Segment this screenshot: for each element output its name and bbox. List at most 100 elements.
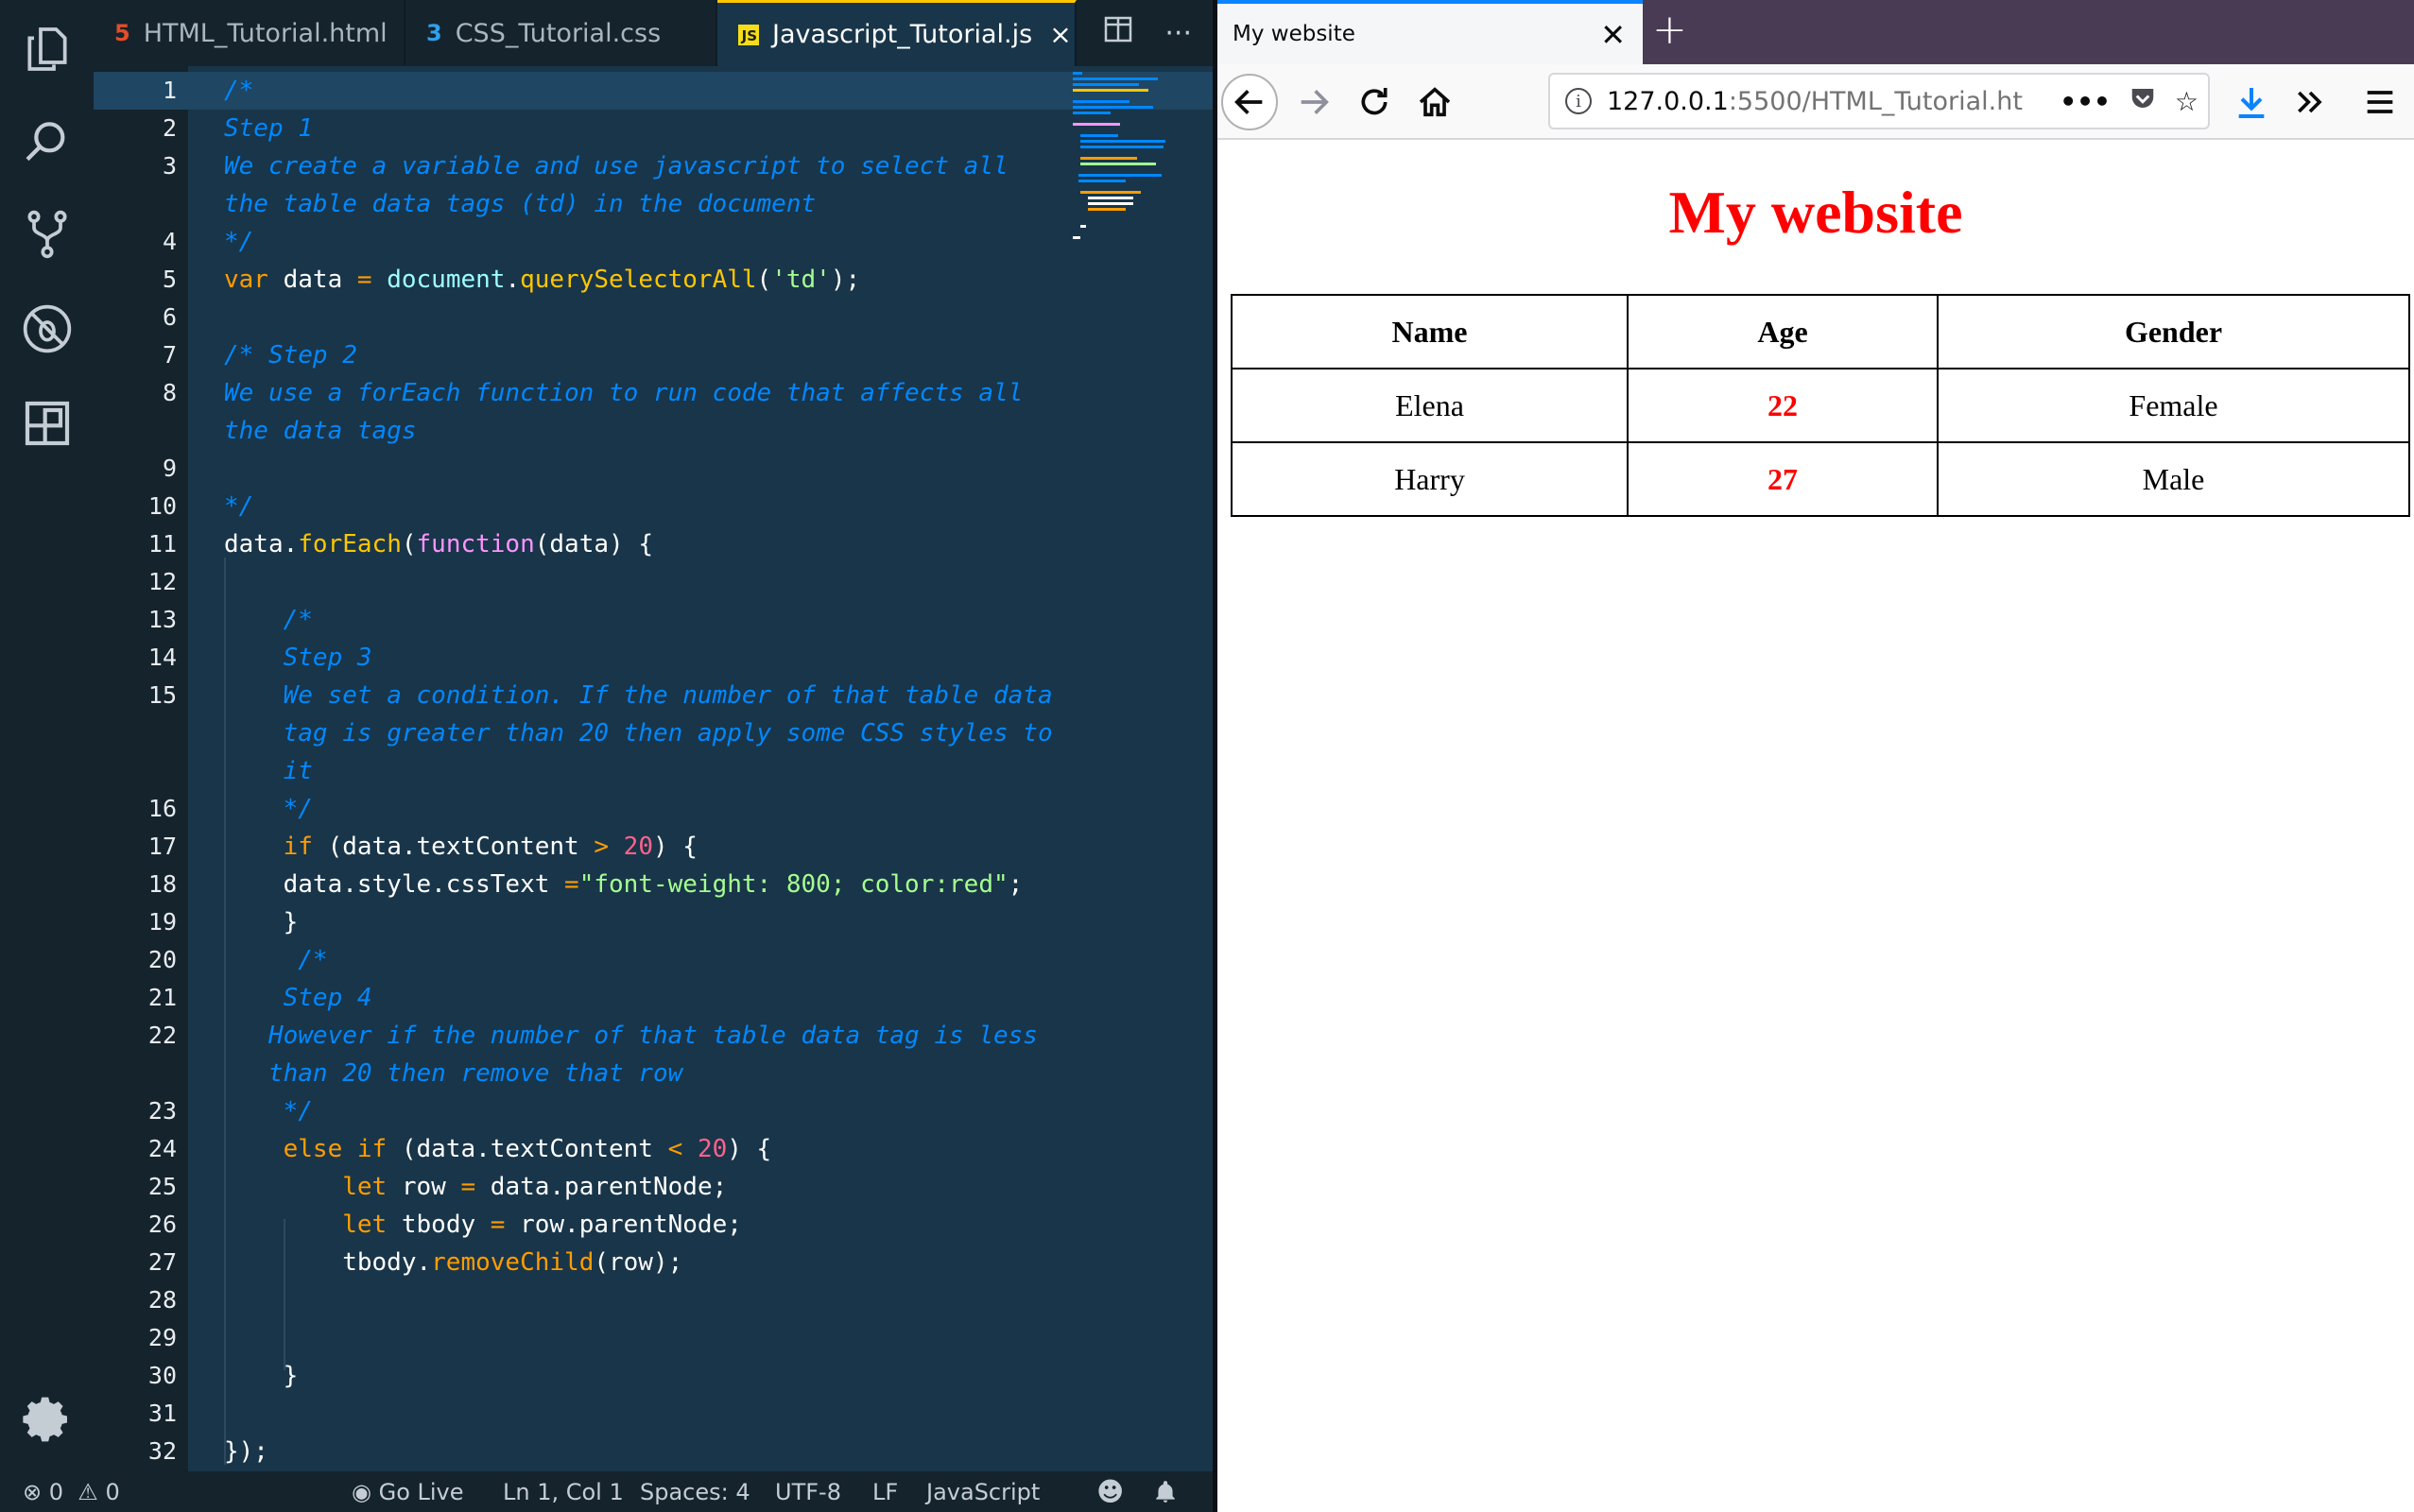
line-number: 18 [147, 870, 177, 898]
code-line[interactable]: 3 We create a variable and use javascript… [94, 147, 1213, 185]
line-number: 29 [147, 1324, 177, 1351]
notifications-bell-icon[interactable] [1153, 1471, 1178, 1512]
broadcast-icon: ◉ [352, 1478, 371, 1505]
code-line[interactable]: 31 [94, 1395, 1213, 1433]
code-line[interactable]: 14 Step 3 [94, 639, 1213, 677]
home-button[interactable] [1406, 74, 1463, 130]
code-line[interactable]: 11 data.forEach(function(data) { [94, 525, 1213, 563]
vscode-window: 5 HTML_Tutorial.html 3 CSS_Tutorial.css … [0, 0, 1213, 1512]
cursor-position[interactable]: Ln 1, Col 1 [503, 1471, 624, 1512]
code-line[interactable]: 12 [94, 563, 1213, 601]
code-line[interactable]: 23 */ [94, 1092, 1213, 1130]
close-tab-icon[interactable]: × [1049, 19, 1071, 50]
code-line[interactable]: 10 */ [94, 488, 1213, 525]
code-line[interactable]: 22 However if the number of that table d… [94, 1017, 1213, 1055]
eol-setting[interactable]: LF [872, 1471, 898, 1512]
code-line[interactable]: 26 let tbody = row.parentNode; [94, 1206, 1213, 1244]
code-line[interactable]: 1 /* [94, 72, 1213, 110]
code-line[interactable]: 7 /* Step 2 [94, 336, 1213, 374]
code-line[interactable]: 32}); [94, 1433, 1213, 1470]
code-editor[interactable]: 1 /* 2 Step 1 3 We create a variable and use … [94, 66, 1213, 1471]
page-heading: My website [1668, 179, 1963, 246]
code-line[interactable]: 20 /* [94, 941, 1213, 979]
code-line[interactable]: 2 Step 1 [94, 110, 1213, 147]
line-number: 9 [162, 455, 177, 482]
split-editor-icon[interactable] [1104, 16, 1132, 50]
feedback-smiley-icon[interactable]: ☻ [1096, 1471, 1124, 1512]
more-actions-icon[interactable]: ··· [1164, 17, 1192, 50]
code-line[interactable]: 21 Step 4 [94, 979, 1213, 1017]
code-line[interactable]: the table data tags (td) in the document [94, 185, 1213, 223]
code-line[interactable]: 13 /* [94, 601, 1213, 639]
editor-actions: ··· [1104, 0, 1213, 66]
line-number: 14 [147, 644, 177, 671]
extensions-icon[interactable] [19, 395, 76, 452]
code-line[interactable]: 30 } [94, 1357, 1213, 1395]
code-line[interactable]: than 20 then remove that row [94, 1055, 1213, 1092]
code-line[interactable]: 19 } [94, 903, 1213, 941]
code-line[interactable]: it [94, 752, 1213, 790]
problems-indicator[interactable]: ⊗ 0 ⚠ 0 [23, 1471, 120, 1512]
close-tab-icon[interactable]: ✕ [1600, 17, 1626, 53]
back-button[interactable] [1221, 74, 1278, 130]
code-line[interactable]: 8 We use a forEach function to run code t… [94, 374, 1213, 412]
line-number: 17 [147, 833, 177, 860]
hamburger-menu-icon[interactable] [2352, 74, 2408, 130]
forward-button[interactable] [1285, 74, 1342, 130]
code-line[interactable]: 15 We set a condition. If the number of … [94, 677, 1213, 714]
line-number: 4 [162, 228, 177, 255]
code-text: data.style.cssText ="font-weight: 800; c… [224, 870, 1024, 899]
code-line[interactable]: 16 */ [94, 790, 1213, 828]
pocket-icon[interactable] [2128, 84, 2158, 119]
source-control-icon[interactable] [19, 206, 76, 263]
code-text: let row = data.parentNode; [342, 1173, 728, 1201]
language-mode[interactable]: JavaScript [926, 1471, 1040, 1512]
code-line[interactable]: 27 tbody.removeChild(row); [94, 1244, 1213, 1281]
code-line[interactable]: 17 if (data.textContent > 20) { [94, 828, 1213, 866]
code-line[interactable]: 5 var data = document.querySelectorAll('t… [94, 261, 1213, 299]
go-live-button[interactable]: ◉ Go Live [352, 1471, 464, 1512]
line-number: 23 [147, 1097, 177, 1125]
encoding-setting[interactable]: UTF-8 [775, 1471, 841, 1512]
code-line[interactable]: 29 [94, 1319, 1213, 1357]
bookmark-star-icon[interactable]: ☆ [2175, 86, 2198, 117]
code-text: var data = document.querySelectorAll('td… [224, 266, 861, 294]
code-line[interactable]: 18 data.style.cssText ="font-weight: 800… [94, 866, 1213, 903]
line-number: 19 [147, 908, 177, 936]
line-number: 20 [147, 946, 177, 973]
firefox-window: My website ✕ + i 127.0.0.1:5500/HTML_Tut… [1217, 0, 2414, 1512]
page-actions-menu-icon[interactable]: ••• [2060, 86, 2111, 117]
line-number: 22 [147, 1022, 177, 1049]
code-text: tag is greater than 20 then apply some C… [283, 719, 1053, 747]
overflow-chevron-icon[interactable] [2282, 74, 2338, 130]
explorer-icon[interactable] [19, 21, 76, 77]
tab-javascript-tutorial[interactable]: JS Javascript_Tutorial.js × [717, 0, 1077, 66]
code-line[interactable]: 6 [94, 299, 1213, 336]
search-icon[interactable] [19, 113, 76, 170]
code-line[interactable]: the data tags [94, 412, 1213, 450]
line-number: 26 [147, 1211, 177, 1238]
page-actions: ••• ☆ [2060, 75, 2198, 128]
code-line[interactable]: 25 let row = data.parentNode; [94, 1168, 1213, 1206]
site-info-icon[interactable]: i [1565, 88, 1592, 114]
reload-button[interactable] [1346, 74, 1403, 130]
new-tab-plus-icon[interactable]: + [1652, 6, 1687, 54]
code-line[interactable]: tag is greater than 20 then apply some C… [94, 714, 1213, 752]
code-line[interactable]: 9 [94, 450, 1213, 488]
code-line[interactable]: 24 else if (data.textContent < 20) { [94, 1130, 1213, 1168]
address-bar[interactable]: i 127.0.0.1:5500/HTML_Tutorial.ht ••• ☆ [1548, 73, 2210, 129]
code-line[interactable]: 4 */ [94, 223, 1213, 261]
browser-tab-title: My website [1233, 22, 1355, 46]
tab-html-tutorial[interactable]: 5 HTML_Tutorial.html [94, 0, 405, 66]
url-host: 127.0.0.1 [1607, 86, 1729, 116]
browser-tab[interactable]: My website ✕ [1217, 0, 1643, 64]
code-line[interactable]: 28 [94, 1281, 1213, 1319]
tab-css-tutorial[interactable]: 3 CSS_Tutorial.css [405, 0, 717, 66]
line-number: 24 [147, 1135, 177, 1162]
downloads-icon[interactable] [2223, 74, 2280, 130]
settings-gear-icon[interactable] [19, 1391, 76, 1448]
debug-icon[interactable] [19, 301, 76, 357]
minimap[interactable] [1073, 66, 1186, 274]
indentation-setting[interactable]: Spaces: 4 [640, 1471, 750, 1512]
activity-bar [0, 0, 94, 1471]
